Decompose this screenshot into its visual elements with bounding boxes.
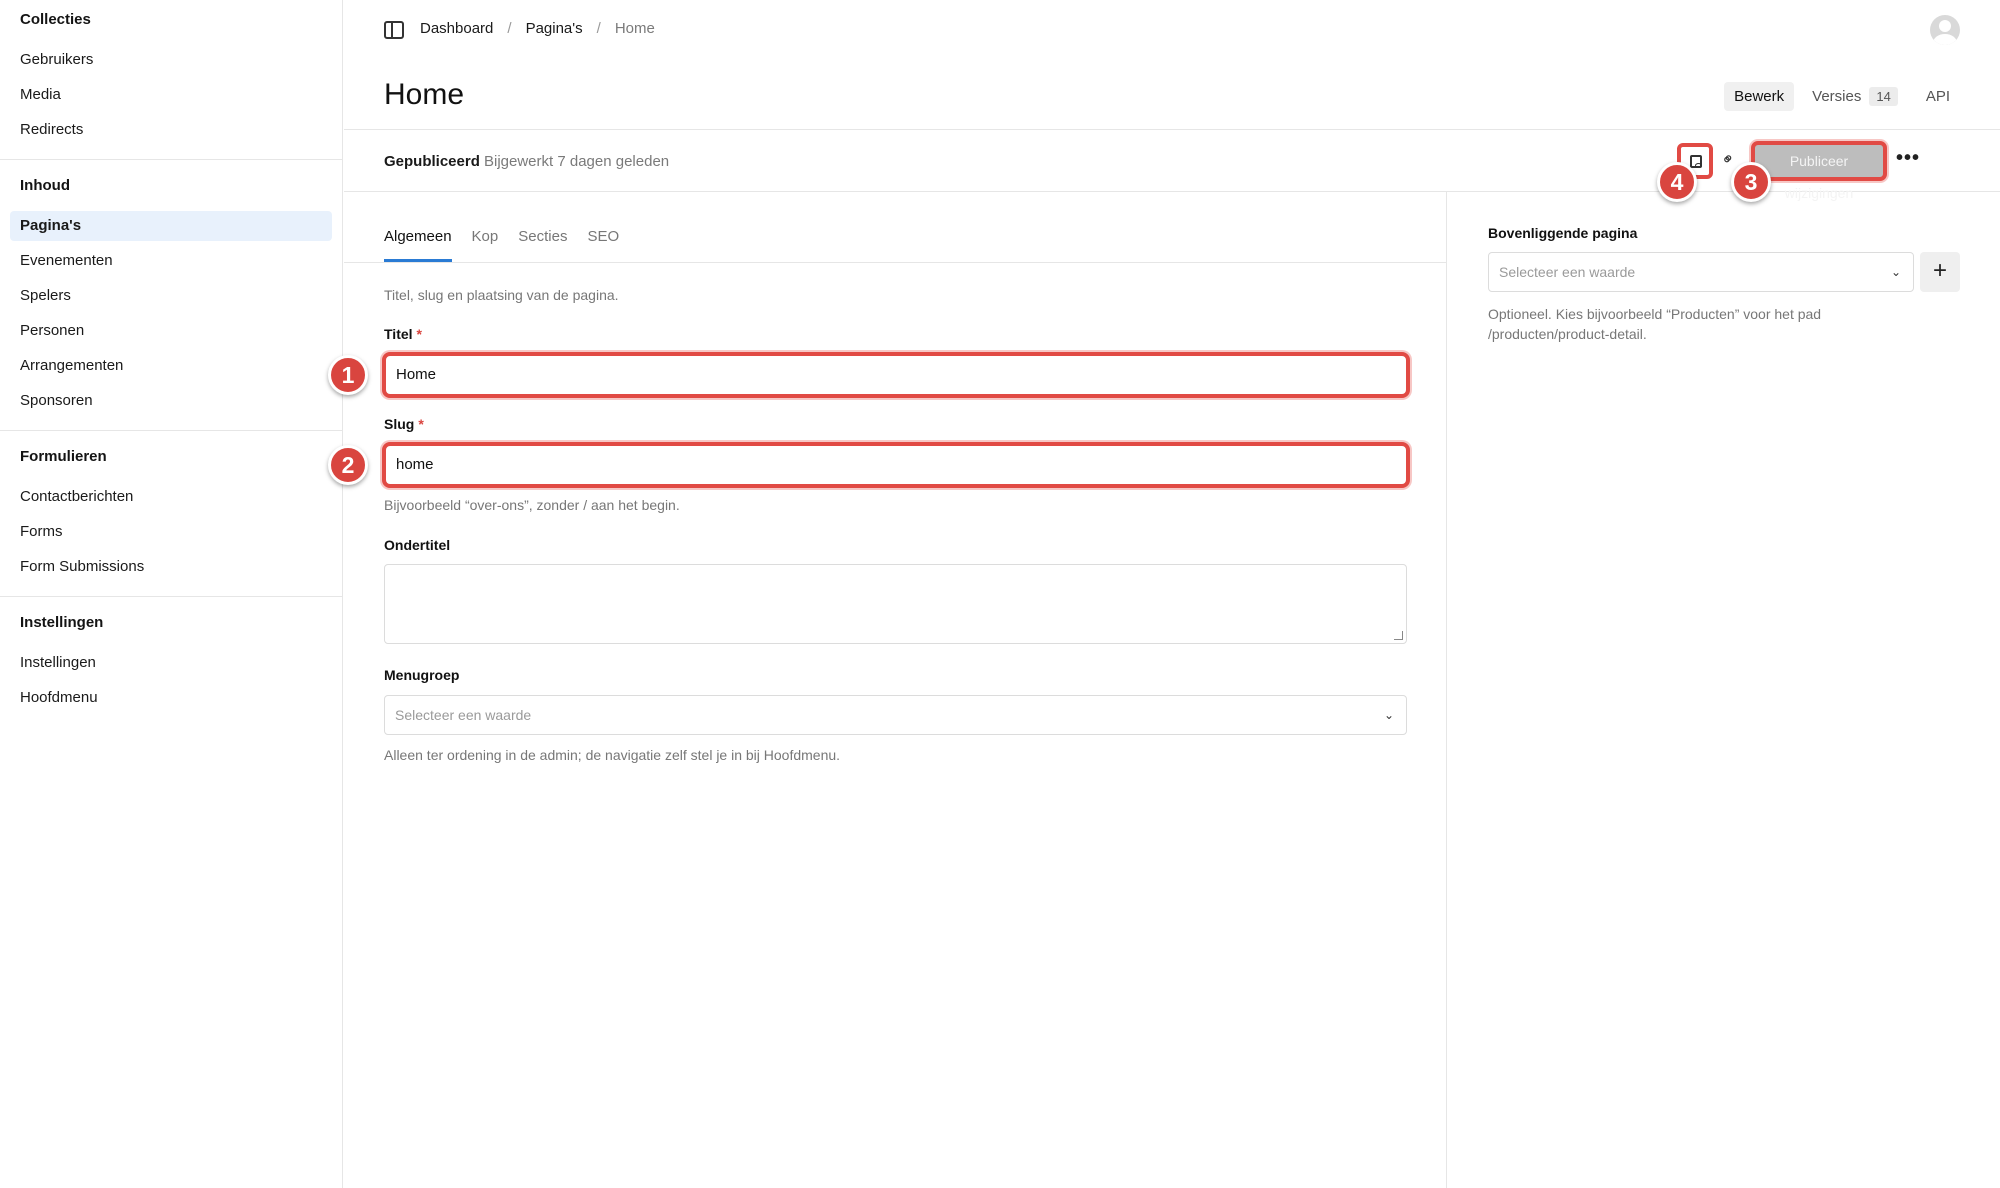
breadcrumb-dashboard[interactable]: Dashboard <box>420 20 493 37</box>
parent-help-line1: Optioneel. Kies bijvoorbeeld “Producten”… <box>1488 306 1822 322</box>
required-mark: * <box>416 326 422 342</box>
sidebar-item-instellingen[interactable]: Instellingen <box>10 648 332 678</box>
parent-page-label: Bovenliggende pagina <box>1488 225 1638 241</box>
tab-secties[interactable]: Secties <box>518 228 567 262</box>
tab-bewerk[interactable]: Bewerk <box>1724 82 1795 111</box>
annotation-badge-2: 2 <box>328 445 368 485</box>
sidebar-item-contactberichten[interactable]: Contactberichten <box>10 482 332 512</box>
sidebar-item-arrangementen[interactable]: Arrangementen <box>10 351 332 381</box>
sidebar-item-form-submissions[interactable]: Form Submissions <box>10 552 332 582</box>
page-header: Home Bewerk Versies 14 API <box>344 60 2000 130</box>
add-parent-button[interactable]: + <box>1920 252 1960 292</box>
section-description: Titel, slug en plaatsing van de pagina. <box>384 287 619 303</box>
publish-button[interactable]: Publiceer wijzigingen <box>1751 141 1887 201</box>
status-badge: Gepubliceerd <box>384 153 480 170</box>
sidebar-item-media[interactable]: Media <box>10 80 332 110</box>
nav-group-collecties: Collecties Gebruikers Media Redirects <box>0 0 342 145</box>
breadcrumb-separator: / <box>507 20 512 37</box>
title-input[interactable]: Home <box>382 352 1410 398</box>
nav-heading: Formulieren <box>20 448 107 465</box>
parent-help-line2: /producten/product-detail. <box>1488 326 1647 342</box>
title-label-text: Titel <box>384 326 413 342</box>
parent-page-select[interactable]: Selecteer een waarde ⌄ <box>1488 252 1914 292</box>
tab-seo[interactable]: SEO <box>587 228 619 262</box>
menu-group-placeholder: Selecteer een waarde <box>395 707 532 723</box>
menu-group-label: Menugroep <box>384 667 460 683</box>
slug-help: Bijvoorbeeld “over-ons”, zonder / aan he… <box>384 497 680 513</box>
more-options-icon[interactable]: ••• <box>1896 147 1920 170</box>
side-panel: Bovenliggende pagina Selecteer een waard… <box>1448 192 2000 1188</box>
tab-algemeen[interactable]: Algemeen <box>384 228 452 262</box>
subtitle-textarea[interactable] <box>384 564 1407 644</box>
annotation-badge-1: 1 <box>328 355 368 395</box>
tabs-divider <box>344 262 1446 263</box>
slug-label-text: Slug <box>384 416 415 432</box>
sidebar-item-hoofdmenu[interactable]: Hoofdmenu <box>10 683 332 713</box>
nav-heading: Collecties <box>20 11 91 28</box>
nav-heading: Instellingen <box>20 614 104 631</box>
annotation-badge-3: 3 <box>1731 162 1771 202</box>
versions-count-badge: 14 <box>1869 87 1898 106</box>
sidebar-item-evenementen[interactable]: Evenementen <box>10 246 332 276</box>
nav-heading: Inhoud <box>20 177 70 194</box>
tab-versies-label: Versies <box>1812 88 1862 105</box>
annotation-badge-4: 4 <box>1657 162 1697 202</box>
avatar[interactable] <box>1930 15 1960 45</box>
nav-group-instellingen: Instellingen Instellingen Hoofdmenu <box>0 596 342 713</box>
sidebar-item-spelers[interactable]: Spelers <box>10 281 332 311</box>
required-mark: * <box>418 416 424 432</box>
tab-api[interactable]: API <box>1916 82 1960 111</box>
sidebar-item-gebruikers[interactable]: Gebruikers <box>10 45 332 75</box>
sidebar: Collecties Gebruikers Media Redirects In… <box>0 0 343 1188</box>
tab-kop[interactable]: Kop <box>472 228 499 262</box>
menu-group-select[interactable]: Selecteer een waarde ⌄ <box>384 695 1407 735</box>
form-tabs: Algemeen Kop Secties SEO <box>384 228 619 262</box>
preview-icon <box>1690 155 1702 168</box>
slug-input[interactable]: home <box>382 442 1410 488</box>
parent-page-placeholder: Selecteer een waarde <box>1499 264 1636 280</box>
breadcrumb-paginas[interactable]: Pagina's <box>526 20 583 37</box>
nav-group-formulieren: Formulieren Contactberichten Forms Form … <box>0 430 342 582</box>
parent-page-help: Optioneel. Kies bijvoorbeeld “Producten”… <box>1488 304 1821 344</box>
sidebar-item-paginas[interactable]: Pagina's <box>10 211 332 241</box>
view-tabs: Bewerk Versies 14 API <box>1724 81 1960 112</box>
chevron-down-icon: ⌄ <box>1383 708 1394 722</box>
last-updated: Bijgewerkt 7 dagen geleden <box>484 153 670 170</box>
nav-group-inhoud: Inhoud Pagina's Evenementen Spelers Pers… <box>0 159 342 416</box>
tab-versies[interactable]: Versies 14 <box>1802 81 1908 112</box>
sidebar-item-forms[interactable]: Forms <box>10 517 332 547</box>
topbar: Dashboard / Pagina's / Home <box>344 0 2000 60</box>
page-title: Home <box>384 78 465 111</box>
sidebar-item-sponsoren[interactable]: Sponsoren <box>10 386 332 416</box>
breadcrumb-current: Home <box>614 20 655 37</box>
title-label: Titel * <box>384 326 422 342</box>
main-form: Algemeen Kop Secties SEO Titel, slug en … <box>344 192 1447 1188</box>
breadcrumb-separator: / <box>596 20 601 37</box>
sidebar-toggle-icon[interactable] <box>384 21 404 39</box>
chevron-down-icon: ⌄ <box>1890 265 1901 279</box>
slug-label: Slug * <box>384 416 424 432</box>
sidebar-item-redirects[interactable]: Redirects <box>10 115 332 145</box>
breadcrumb: Dashboard / Pagina's / Home <box>420 20 655 37</box>
subtitle-label: Ondertitel <box>384 537 451 553</box>
menu-group-help: Alleen ter ordening in de admin; de navi… <box>384 747 841 763</box>
sidebar-item-personen[interactable]: Personen <box>10 316 332 346</box>
